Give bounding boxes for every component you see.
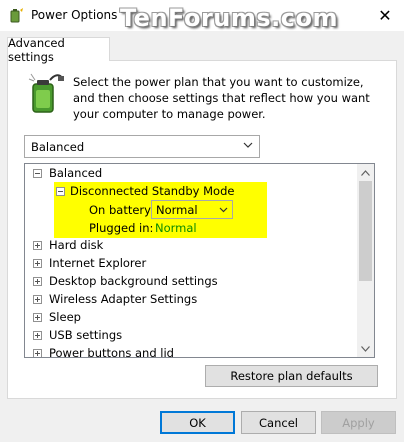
expand-toggle-wireless-adapter[interactable] — [33, 295, 42, 304]
apply-button[interactable]: Apply — [321, 411, 396, 434]
expand-toggle-desktop-background[interactable] — [33, 277, 42, 286]
plugged-in-label: Plugged in: — [89, 221, 154, 235]
expand-toggle-power-buttons[interactable] — [33, 349, 42, 357]
expand-toggle-usb-settings[interactable] — [33, 331, 42, 340]
tab-advanced-settings[interactable]: Advanced settings — [7, 36, 110, 64]
plugged-in-value[interactable]: Normal — [155, 219, 197, 237]
collapse-toggle-standby[interactable] — [56, 187, 65, 196]
close-icon: ✕ — [378, 6, 392, 25]
scrollbar-thumb[interactable] — [359, 181, 372, 281]
settings-tree[interactable]: Balanced Disconnected Standby Mode On ba… — [24, 163, 375, 358]
expand-toggle-sleep[interactable] — [33, 313, 42, 322]
tree-item-disconnected-standby[interactable]: Disconnected Standby Mode — [70, 182, 234, 200]
restore-plan-defaults-button[interactable]: Restore plan defaults — [205, 365, 378, 387]
tree-root-balanced[interactable]: Balanced — [49, 164, 102, 182]
tree-item-sleep[interactable]: Sleep — [49, 308, 81, 326]
scroll-up-arrow-icon[interactable] — [357, 164, 374, 181]
on-battery-value: Normal — [156, 203, 198, 217]
battery-plug-icon — [28, 73, 64, 113]
scroll-down-arrow-icon[interactable] — [357, 340, 374, 357]
expand-toggle-hard-disk[interactable] — [33, 241, 42, 250]
tree-item-wireless-adapter[interactable]: Wireless Adapter Settings — [49, 290, 197, 308]
on-battery-label: On battery: — [89, 203, 155, 217]
tree-item-desktop-background[interactable]: Desktop background settings — [49, 272, 218, 290]
window-title: Power Options — [31, 8, 118, 22]
cancel-button[interactable]: Cancel — [241, 411, 316, 434]
plan-description: Select the power plan that you want to c… — [73, 75, 370, 121]
tree-item-usb-settings[interactable]: USB settings — [49, 326, 122, 344]
title-bar: Power Options TenForums.com ✕ — [0, 0, 404, 32]
watermark-text: TenForums.com — [120, 4, 339, 32]
tree-item-hard-disk[interactable]: Hard disk — [49, 236, 103, 254]
power-options-icon — [10, 8, 23, 23]
chevron-down-icon — [219, 207, 228, 213]
expand-toggle-internet-explorer[interactable] — [33, 259, 42, 268]
tree-item-power-buttons[interactable]: Power buttons and lid — [49, 344, 174, 357]
vertical-scrollbar[interactable] — [357, 164, 374, 357]
power-plan-dropdown[interactable]: Balanced — [24, 135, 260, 158]
power-plan-value: Balanced — [31, 140, 85, 154]
close-button[interactable]: ✕ — [366, 0, 404, 31]
collapse-toggle-balanced[interactable] — [33, 169, 42, 178]
tree-item-internet-explorer[interactable]: Internet Explorer — [49, 254, 146, 272]
ok-button[interactable]: OK — [160, 411, 235, 434]
chevron-down-icon — [243, 142, 253, 148]
on-battery-dropdown[interactable]: Normal — [151, 200, 233, 219]
